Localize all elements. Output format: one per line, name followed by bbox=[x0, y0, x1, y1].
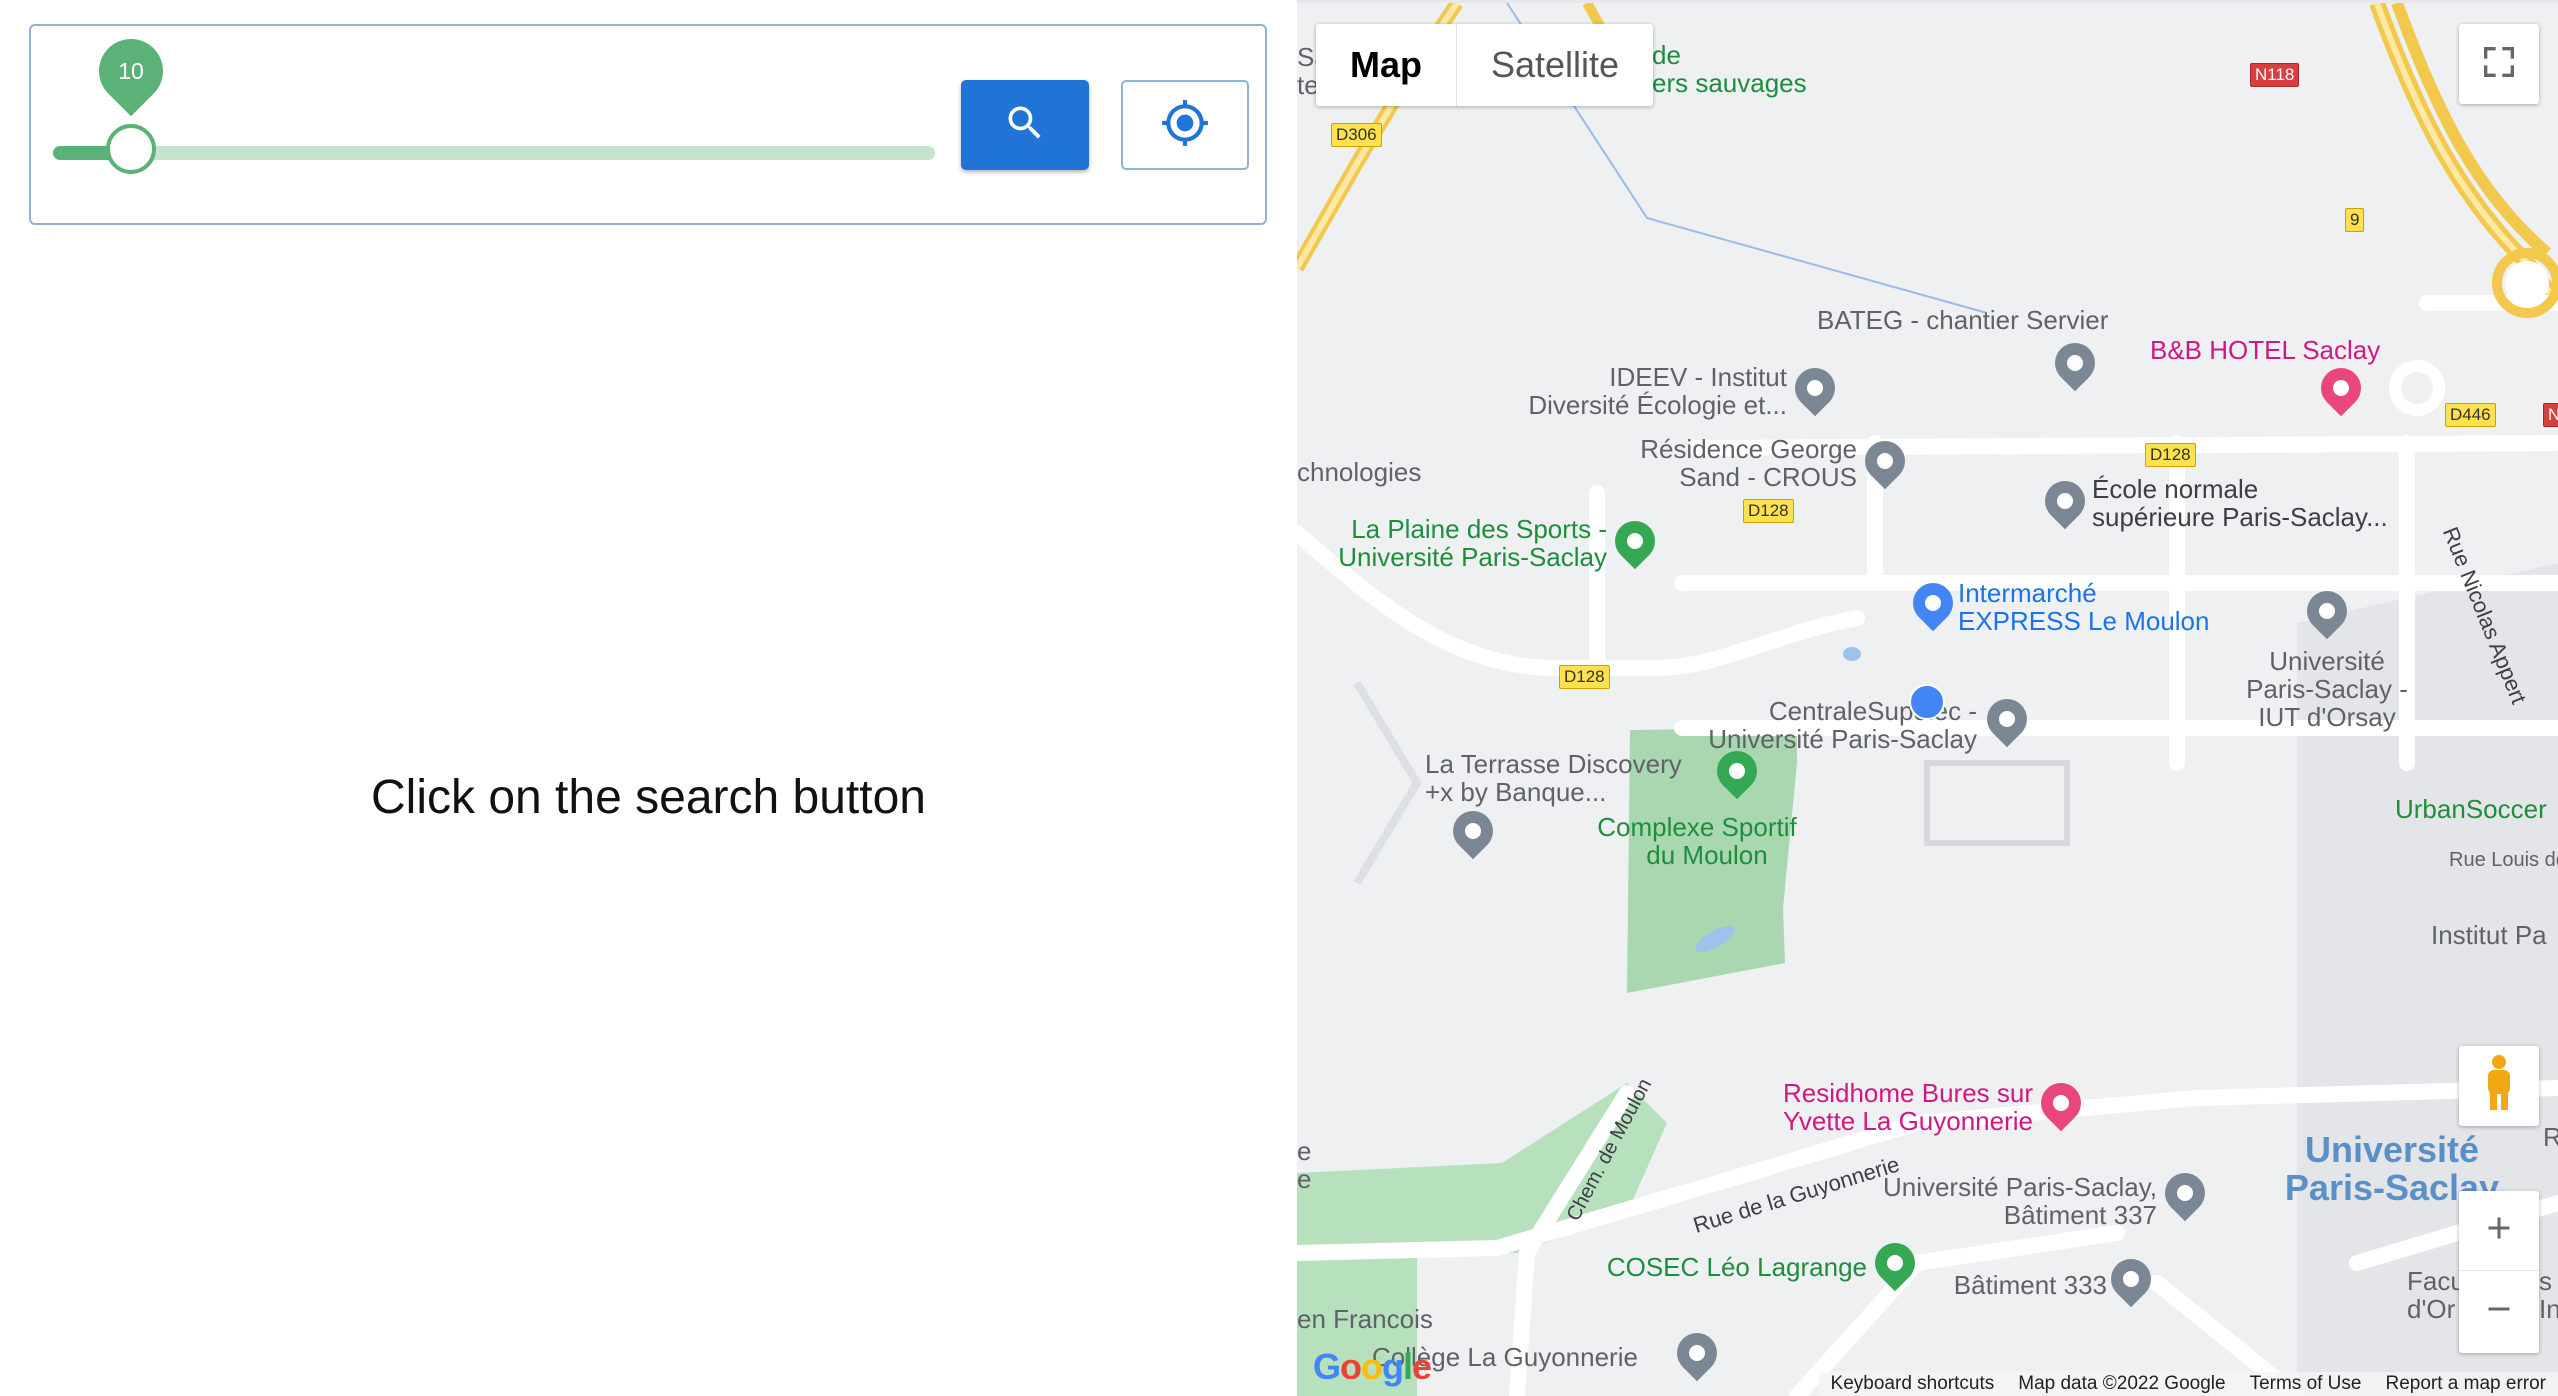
map-type-control: Map Satellite bbox=[1316, 24, 1654, 106]
radius-slider[interactable]: 10 bbox=[53, 25, 935, 174]
search-icon bbox=[1003, 101, 1047, 150]
map-label-n-francois: en Francois bbox=[1297, 1304, 1433, 1334]
map-label-complexe-2: du Moulon bbox=[1646, 840, 1768, 870]
google-logo: Google bbox=[1313, 1346, 1432, 1387]
road-shield-9: 9 bbox=[2345, 208, 2365, 232]
report-map-error-link[interactable]: Report a map error bbox=[2385, 1372, 2546, 1396]
map-type-satellite-button[interactable]: Satellite bbox=[1457, 24, 1653, 106]
zoom-in-button[interactable] bbox=[2459, 1191, 2539, 1271]
map-label-s-in-1: s bbox=[2539, 1266, 2552, 1296]
map-type-map-button[interactable]: Map bbox=[1316, 24, 1457, 106]
map-label-intermarche-2: EXPRESS Le Moulon bbox=[1958, 606, 2210, 636]
terms-of-use-link[interactable]: Terms of Use bbox=[2250, 1372, 2362, 1396]
map-label-ups-iut-3: IUT d'Orsay bbox=[2258, 702, 2396, 732]
current-location-dot bbox=[1909, 684, 1945, 720]
minus-icon bbox=[2481, 1291, 2517, 1332]
keyboard-shortcuts-link[interactable]: Keyboard shortcuts bbox=[1831, 1372, 1995, 1396]
map-label-r-edge: R bbox=[2543, 1122, 2558, 1152]
slider-thumb[interactable] bbox=[106, 124, 156, 174]
left-panel: 10 Click on the search button bbox=[0, 0, 1297, 1396]
map-footer: Keyboard shortcuts Map data ©2022 Google… bbox=[1818, 1372, 2558, 1396]
google-map[interactable]: D306 N118 D128 D128 D128 D446 N 9 Sa te … bbox=[1297, 3, 2558, 1396]
map-label-residence-1: Résidence George bbox=[1640, 434, 1857, 464]
map-label-plaine-2: Université Paris-Saclay bbox=[1338, 542, 1607, 572]
map-label-ups-iut-2: Paris-Saclay - bbox=[2246, 674, 2408, 704]
plus-icon bbox=[2481, 1210, 2517, 1251]
map-label-urbansoccer: UrbanSoccer bbox=[2395, 794, 2547, 824]
fullscreen-icon bbox=[2479, 42, 2519, 87]
map-label-s-in-2: In bbox=[2539, 1294, 2558, 1324]
map-label-intermarche-1: Intermarché bbox=[1958, 578, 2097, 608]
map-label-e-2: e bbox=[1297, 1164, 1312, 1194]
map-label-chnologies: chnologies bbox=[1297, 457, 1422, 487]
road-shield-d306: D306 bbox=[1331, 123, 1382, 147]
road-shield-n-edge: N bbox=[2543, 403, 2558, 427]
instruction-text: Click on the search button bbox=[371, 771, 926, 824]
fullscreen-button[interactable] bbox=[2459, 24, 2539, 104]
locate-me-button[interactable] bbox=[1121, 80, 1249, 170]
map-label-ups-337-1: Université Paris-Saclay, bbox=[1882, 1172, 2157, 1202]
map-label-ideev-2: Diversité Écologie et... bbox=[1528, 390, 1787, 420]
road-shield-d128-b: D128 bbox=[1743, 499, 1794, 523]
map-label-e-1: e bbox=[1297, 1136, 1312, 1166]
my-location-icon bbox=[1160, 98, 1210, 153]
map-label-facu-2: d'Or bbox=[2407, 1294, 2456, 1324]
map-label-terrasse-2: +x by Banque... bbox=[1425, 777, 1607, 807]
road-shield-d128-c: D128 bbox=[1559, 665, 1610, 689]
map-label-ers-sauvages: ers sauvages bbox=[1652, 68, 1807, 98]
map-label-ups-iut-1: Université bbox=[2269, 646, 2385, 676]
map-label-ups-337-2: Bâtiment 337 bbox=[2003, 1200, 2157, 1230]
map-label-bat-333: Bâtiment 333 bbox=[1953, 1270, 2107, 1300]
map-label-plaine-1: La Plaine des Sports - bbox=[1351, 514, 1607, 544]
map-label-ideev-1: IDEEV - Institut bbox=[1609, 362, 1787, 392]
search-controls-card: 10 bbox=[29, 24, 1267, 225]
road-shield-d446: D446 bbox=[2445, 403, 2496, 427]
map-label-cosec: COSEC Léo Lagrange bbox=[1606, 1252, 1867, 1282]
zoom-control bbox=[2459, 1191, 2539, 1353]
map-label-ens-1: École normale bbox=[2092, 474, 2259, 504]
search-button[interactable] bbox=[961, 80, 1089, 170]
zoom-out-button[interactable] bbox=[2459, 1271, 2539, 1351]
map-label-complexe-1: Complexe Sportif bbox=[1597, 812, 1797, 842]
street-view-pegman-icon bbox=[2482, 1054, 2516, 1119]
map-label-bateg: BATEG - chantier Servier bbox=[1817, 305, 2109, 335]
map-label-facu-1: Facu bbox=[2407, 1266, 2465, 1296]
road-shield-d128-a: D128 bbox=[2145, 443, 2196, 467]
map-label-terrasse-1: La Terrasse Discovery bbox=[1425, 749, 1682, 779]
map-label-de: de bbox=[1652, 40, 1681, 70]
road-shield-n118: N118 bbox=[2250, 63, 2300, 87]
map-label-residence-2: Sand - CROUS bbox=[1679, 462, 1857, 492]
street-view-pegman-button[interactable] bbox=[2459, 1046, 2539, 1126]
slider-value-label: 10 bbox=[118, 58, 144, 84]
map-label-rue-louis: Rue Louis de bbox=[2449, 849, 2558, 871]
map-label-ups-big-1: Université bbox=[2304, 1129, 2480, 1170]
map-label-institut-pa: Institut Pa bbox=[2431, 920, 2547, 950]
map-label-bb-hotel: B&B HOTEL Saclay bbox=[2150, 335, 2381, 365]
map-data-attribution: Map data ©2022 Google bbox=[2018, 1373, 2226, 1394]
map-label-ens-2: supérieure Paris-Saclay... bbox=[2092, 502, 2388, 532]
